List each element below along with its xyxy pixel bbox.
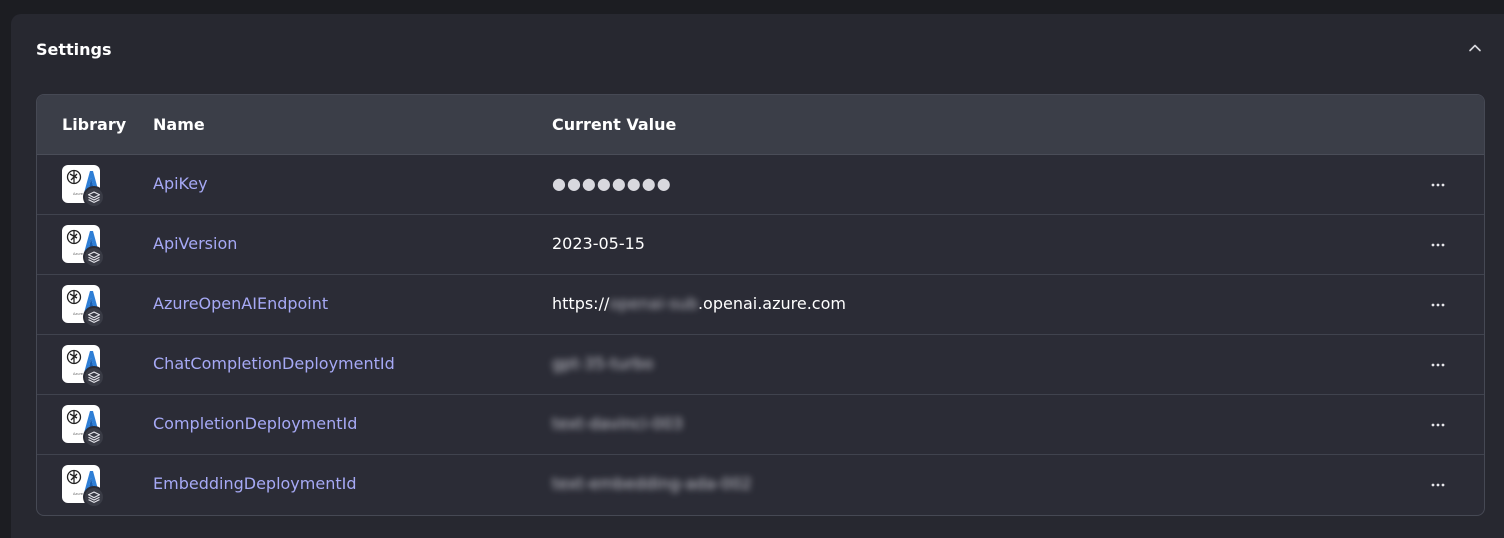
more-horizontal-icon	[1431, 303, 1445, 307]
more-horizontal-icon	[1431, 183, 1445, 187]
setting-value: 2023-05-15	[552, 234, 645, 253]
table-header: Library Name Current Value	[37, 95, 1484, 155]
value-prefix: https://	[552, 294, 610, 313]
table-row[interactable]: Azure AzureOpenAIEndpoint https://openai-…	[37, 275, 1484, 335]
setting-value: ●●●●●●●●	[552, 174, 672, 193]
column-header-current-value[interactable]: Current Value	[552, 115, 676, 134]
more-horizontal-icon	[1431, 423, 1445, 427]
column-header-library[interactable]: Library	[62, 115, 126, 134]
azure-openai-icon: Azure	[62, 345, 105, 388]
table-row[interactable]: Azure CompletionDeploymentId text-davinci…	[37, 395, 1484, 455]
table-row[interactable]: Azure EmbeddingDeploymentId text-embeddin…	[37, 455, 1484, 515]
more-horizontal-icon	[1431, 243, 1445, 247]
row-actions-button[interactable]	[1427, 295, 1449, 315]
setting-name-link[interactable]: ChatCompletionDeploymentId	[153, 354, 395, 373]
svg-text:Azure: Azure	[73, 252, 83, 256]
azure-openai-icon: Azure	[62, 285, 105, 328]
panel-title: Settings	[36, 40, 112, 59]
setting-name-link[interactable]: EmbeddingDeploymentId	[153, 474, 357, 493]
azure-openai-icon: Azure	[62, 165, 105, 208]
svg-text:Azure: Azure	[73, 372, 83, 376]
library-layers-icon	[83, 246, 105, 268]
collapse-button[interactable]	[1465, 38, 1485, 58]
row-actions-button[interactable]	[1427, 355, 1449, 375]
azure-openai-icon: Azure	[62, 405, 105, 448]
table-row[interactable]: Azure ApiVersion 2023-05-15	[37, 215, 1484, 275]
azure-openai-icon: Azure	[62, 465, 105, 508]
library-layers-icon	[83, 366, 105, 388]
table-row[interactable]: Azure ApiKey ●●●●●●●●	[37, 155, 1484, 215]
row-actions-button[interactable]	[1427, 415, 1449, 435]
settings-table: Library Name Current Value Azure ApiKey ●…	[36, 94, 1485, 516]
setting-name-link[interactable]: CompletionDeploymentId	[153, 414, 357, 433]
svg-text:Azure: Azure	[73, 492, 83, 496]
library-layers-icon	[83, 426, 105, 448]
setting-value: text-davinci-003	[552, 414, 683, 433]
row-actions-button[interactable]	[1427, 175, 1449, 195]
chevron-up-icon	[1469, 44, 1481, 52]
setting-name-link[interactable]: ApiKey	[153, 174, 208, 193]
library-layers-icon	[83, 186, 105, 208]
setting-name-link[interactable]: AzureOpenAIEndpoint	[153, 294, 328, 313]
row-actions-button[interactable]	[1427, 475, 1449, 495]
settings-panel: Settings Library Name Current Value Azur…	[11, 14, 1504, 538]
more-horizontal-icon	[1431, 363, 1445, 367]
table-row[interactable]: Azure ChatCompletionDeploymentId gpt-35-t…	[37, 335, 1484, 395]
svg-text:Azure: Azure	[73, 192, 83, 196]
table-body: Azure ApiKey ●●●●●●●● Azure ApiVersion 202…	[37, 155, 1484, 515]
value-suffix: .openai.azure.com	[697, 294, 846, 313]
more-horizontal-icon	[1431, 483, 1445, 487]
setting-value: gpt-35-turbo	[552, 354, 654, 373]
setting-value: https://openai-sub.openai.azure.com	[552, 294, 846, 313]
library-layers-icon	[83, 486, 105, 508]
setting-name-link[interactable]: ApiVersion	[153, 234, 237, 253]
svg-text:Azure: Azure	[73, 312, 83, 316]
column-header-name[interactable]: Name	[153, 115, 205, 134]
library-layers-icon	[83, 306, 105, 328]
value-redacted: openai-sub	[609, 294, 698, 313]
setting-value: text-embedding-ada-002	[552, 474, 752, 493]
row-actions-button[interactable]	[1427, 235, 1449, 255]
svg-text:Azure: Azure	[73, 432, 83, 436]
azure-openai-icon: Azure	[62, 225, 105, 268]
